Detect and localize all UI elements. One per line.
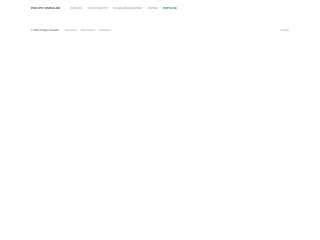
header-bar: PHILIPP OSWALDE ABSATZ STUHTZENTR SUHEHR… (31, 5, 182, 11)
nav-item-5-active[interactable]: IMPULSE (163, 6, 177, 10)
footer-bar: © 2024 Philipp Oswalde Impressum Datensc… (31, 28, 289, 32)
page: PHILIPP OSWALDE ABSATZ STUHTZENTR SUHEHR… (0, 0, 320, 200)
footer-links: Impressum Datenschutz Newsletter (65, 29, 115, 32)
main-nav: ABSATZ STUHTZENTR SUHEHRENNERKET PEPES I… (71, 6, 183, 10)
footer-right-link[interactable]: Kontakt (281, 29, 289, 32)
nav-item-3[interactable]: SUHEHRENNERKET (113, 6, 143, 10)
footer-link-1[interactable]: Impressum (65, 29, 77, 32)
site-logo[interactable]: PHILIPP OSWALDE (31, 6, 61, 10)
nav-item-1[interactable]: ABSATZ (71, 6, 83, 10)
footer-link-2[interactable]: Datenschutz (81, 29, 95, 32)
nav-item-2[interactable]: STUHTZENTR (87, 6, 108, 10)
nav-item-4[interactable]: PEPES (148, 6, 158, 10)
copyright-text: © 2024 Philipp Oswalde (31, 28, 59, 32)
footer-link-3[interactable]: Newsletter (99, 29, 111, 32)
